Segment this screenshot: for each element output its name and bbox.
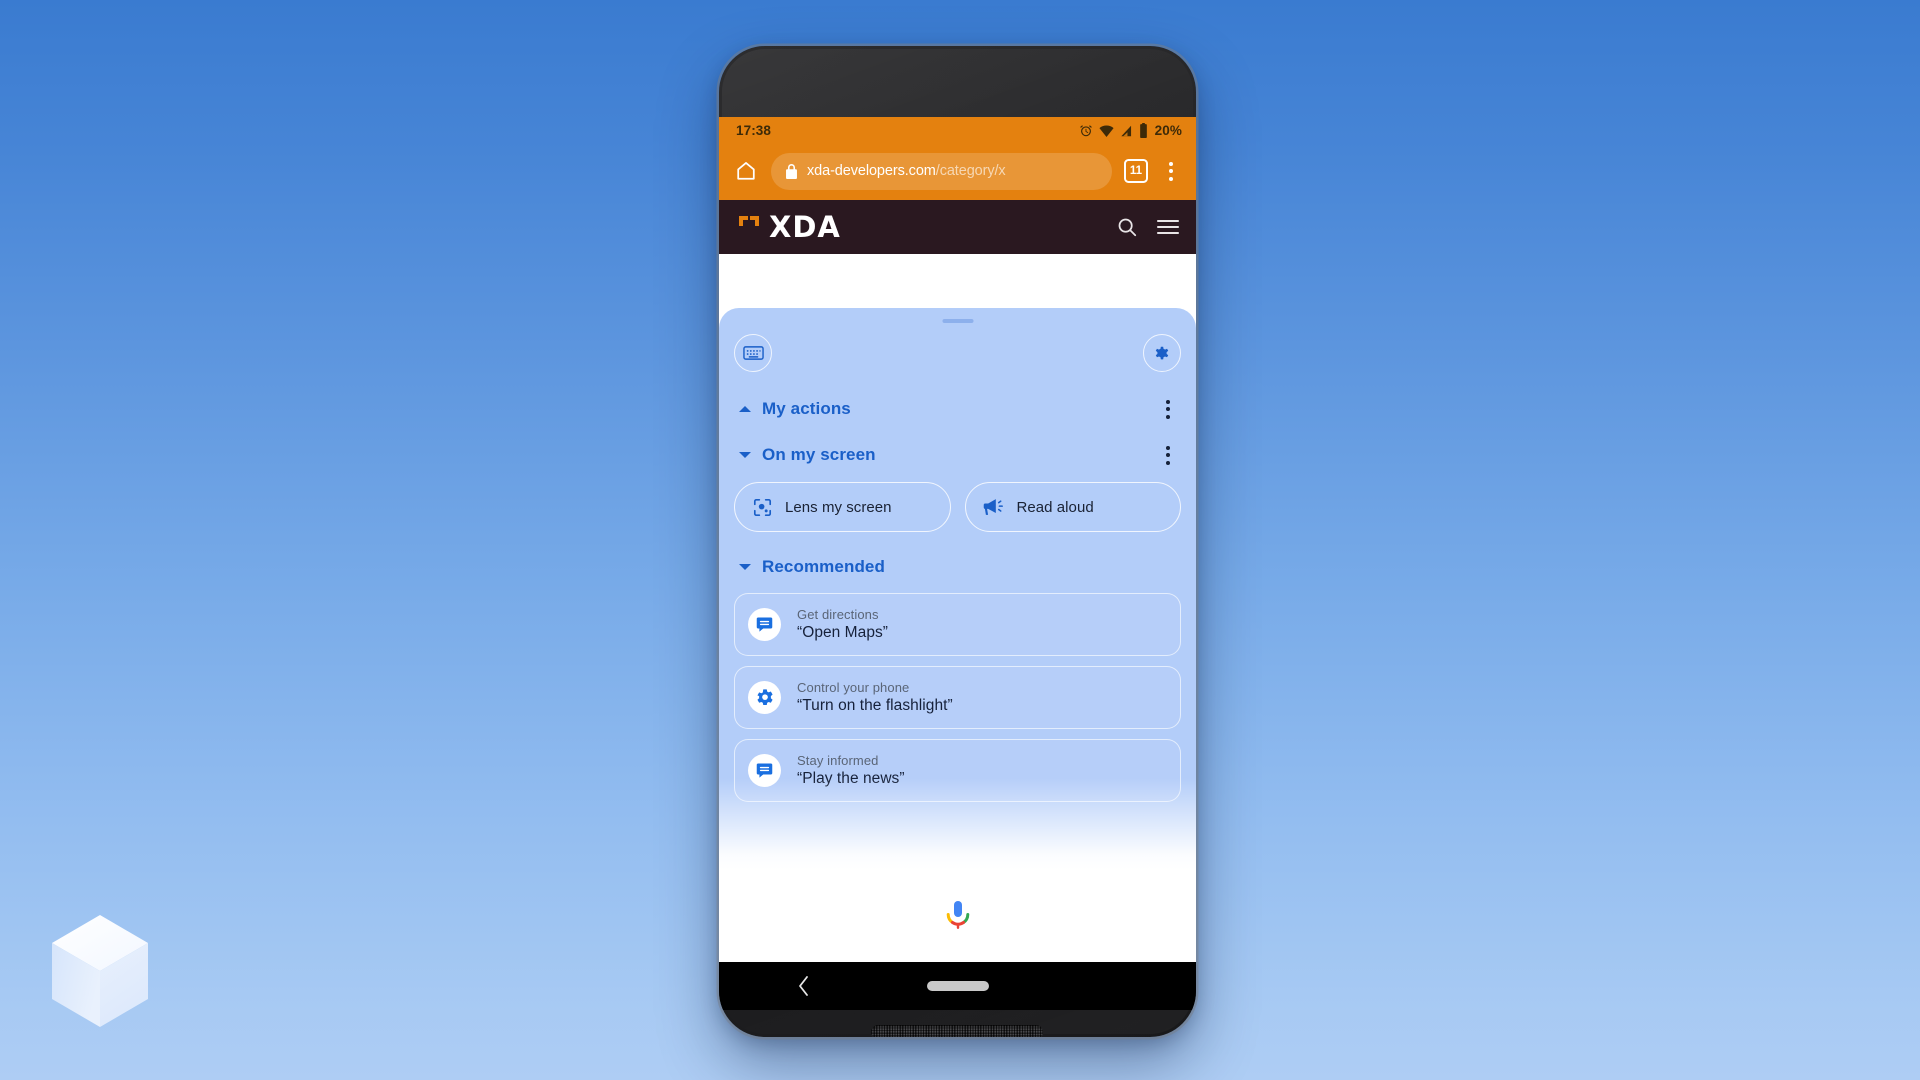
gear-icon bbox=[1155, 346, 1169, 360]
chevron-down-icon bbox=[739, 564, 751, 570]
home-icon[interactable] bbox=[729, 154, 763, 188]
chevron-down-icon bbox=[739, 452, 751, 458]
chip-label: Read aloud bbox=[1016, 498, 1094, 516]
section-title: On my screen bbox=[762, 445, 876, 464]
recommendation-quote: “Open Maps” bbox=[797, 624, 888, 641]
alarm-icon bbox=[1079, 124, 1092, 136]
section-title: Recommended bbox=[762, 557, 885, 576]
lock-icon bbox=[786, 163, 797, 179]
recommendation-title: Get directions bbox=[797, 607, 879, 622]
back-chevron-icon[interactable] bbox=[797, 975, 811, 997]
settings-button[interactable] bbox=[1143, 334, 1181, 372]
overflow-menu-icon[interactable] bbox=[1157, 442, 1179, 468]
xda-logo[interactable]: XDA bbox=[737, 210, 841, 244]
chrome-overflow-icon[interactable] bbox=[1158, 156, 1184, 186]
keyboard-icon bbox=[742, 346, 764, 360]
megaphone-icon bbox=[983, 499, 1003, 515]
recommendation-quote: “Play the news” bbox=[797, 770, 905, 787]
section-recommended-left: Recommended bbox=[739, 557, 885, 577]
battery-percent: 20% bbox=[1154, 123, 1182, 138]
battery-icon bbox=[1139, 123, 1147, 138]
recommendation-card[interactable]: Get directions “Open Maps” bbox=[734, 593, 1181, 656]
chip-label: Lens my screen bbox=[785, 498, 892, 516]
xda-site-header: XDA bbox=[719, 198, 1196, 254]
chip-lens-my-screen[interactable]: Lens my screen bbox=[734, 482, 951, 532]
bottom-speaker-icon bbox=[871, 1025, 1043, 1037]
mic-bar bbox=[719, 870, 1196, 962]
section-on-my-screen-left: On my screen bbox=[739, 445, 876, 465]
recommendation-text: Get directions “Open Maps” bbox=[797, 607, 888, 642]
url-domain: xda-developers.com bbox=[807, 163, 936, 179]
status-bar: 17:38 20% bbox=[719, 117, 1196, 144]
cube-logo bbox=[52, 915, 148, 1027]
browser-toolbar: xda-developers.com/category/x 11 bbox=[719, 144, 1196, 198]
recommendation-title: Control your phone bbox=[797, 680, 910, 695]
gear-icon bbox=[748, 681, 781, 714]
recommendation-quote: “Turn on the flashlight” bbox=[797, 697, 953, 714]
home-pill-icon[interactable] bbox=[926, 981, 989, 991]
google-mic-icon[interactable] bbox=[945, 900, 971, 932]
phone-device: 17:38 20% xda-developers.com/category/x … bbox=[719, 46, 1196, 1037]
hamburger-menu-icon[interactable] bbox=[1156, 217, 1180, 237]
section-my-actions[interactable]: My actions bbox=[733, 394, 1182, 424]
recommended-list: Get directions “Open Maps” Control your … bbox=[733, 593, 1182, 802]
assistant-scroll-area: My actions On my screen Lens my screen R… bbox=[719, 308, 1196, 870]
recommendation-text: Control your phone “Turn on the flashlig… bbox=[797, 680, 953, 715]
chip-read-aloud[interactable]: Read aloud bbox=[964, 482, 1181, 532]
android-nav-bar bbox=[719, 962, 1196, 1010]
url-text: xda-developers.com/category/x bbox=[807, 163, 1006, 179]
assistant-panel: My actions On my screen Lens my screen R… bbox=[719, 308, 1196, 962]
section-on-my-screen[interactable]: On my screen bbox=[733, 440, 1182, 470]
overflow-menu-icon[interactable] bbox=[1157, 396, 1179, 422]
section-recommended[interactable]: Recommended bbox=[733, 552, 1182, 582]
status-clock: 17:38 bbox=[736, 123, 772, 138]
recommendation-card[interactable]: Control your phone “Turn on the flashlig… bbox=[734, 666, 1181, 729]
url-path: /category/x bbox=[935, 163, 1006, 179]
assistant-top-controls bbox=[733, 308, 1182, 372]
recommendation-title: Stay informed bbox=[797, 753, 879, 768]
xda-header-actions bbox=[1116, 216, 1180, 238]
google-lens-icon bbox=[753, 498, 772, 516]
phone-screen: 17:38 20% xda-developers.com/category/x … bbox=[719, 117, 1196, 962]
xda-bracket-logo-icon bbox=[739, 216, 759, 226]
recommendation-text: Stay informed “Play the news” bbox=[797, 753, 905, 788]
xda-wordmark: XDA bbox=[769, 210, 841, 244]
search-icon[interactable] bbox=[1116, 216, 1138, 238]
status-icons: 20% bbox=[1079, 123, 1182, 138]
wifi-icon bbox=[1099, 125, 1114, 137]
chevron-up-icon bbox=[739, 406, 751, 412]
keyboard-button[interactable] bbox=[734, 334, 772, 372]
chat-bubble-icon bbox=[748, 608, 781, 641]
address-bar[interactable]: xda-developers.com/category/x bbox=[771, 152, 1112, 190]
tab-switcher-button[interactable]: 11 bbox=[1124, 159, 1148, 183]
section-my-actions-left: My actions bbox=[739, 399, 851, 419]
cellular-signal-icon bbox=[1120, 125, 1131, 136]
action-chips-row: Lens my screen Read aloud bbox=[733, 482, 1182, 532]
recommendation-card[interactable]: Stay informed “Play the news” bbox=[734, 739, 1181, 802]
chat-bubble-icon bbox=[748, 754, 781, 787]
backdrop: 17:38 20% xda-developers.com/category/x … bbox=[0, 0, 1920, 1080]
section-title: My actions bbox=[762, 399, 851, 418]
